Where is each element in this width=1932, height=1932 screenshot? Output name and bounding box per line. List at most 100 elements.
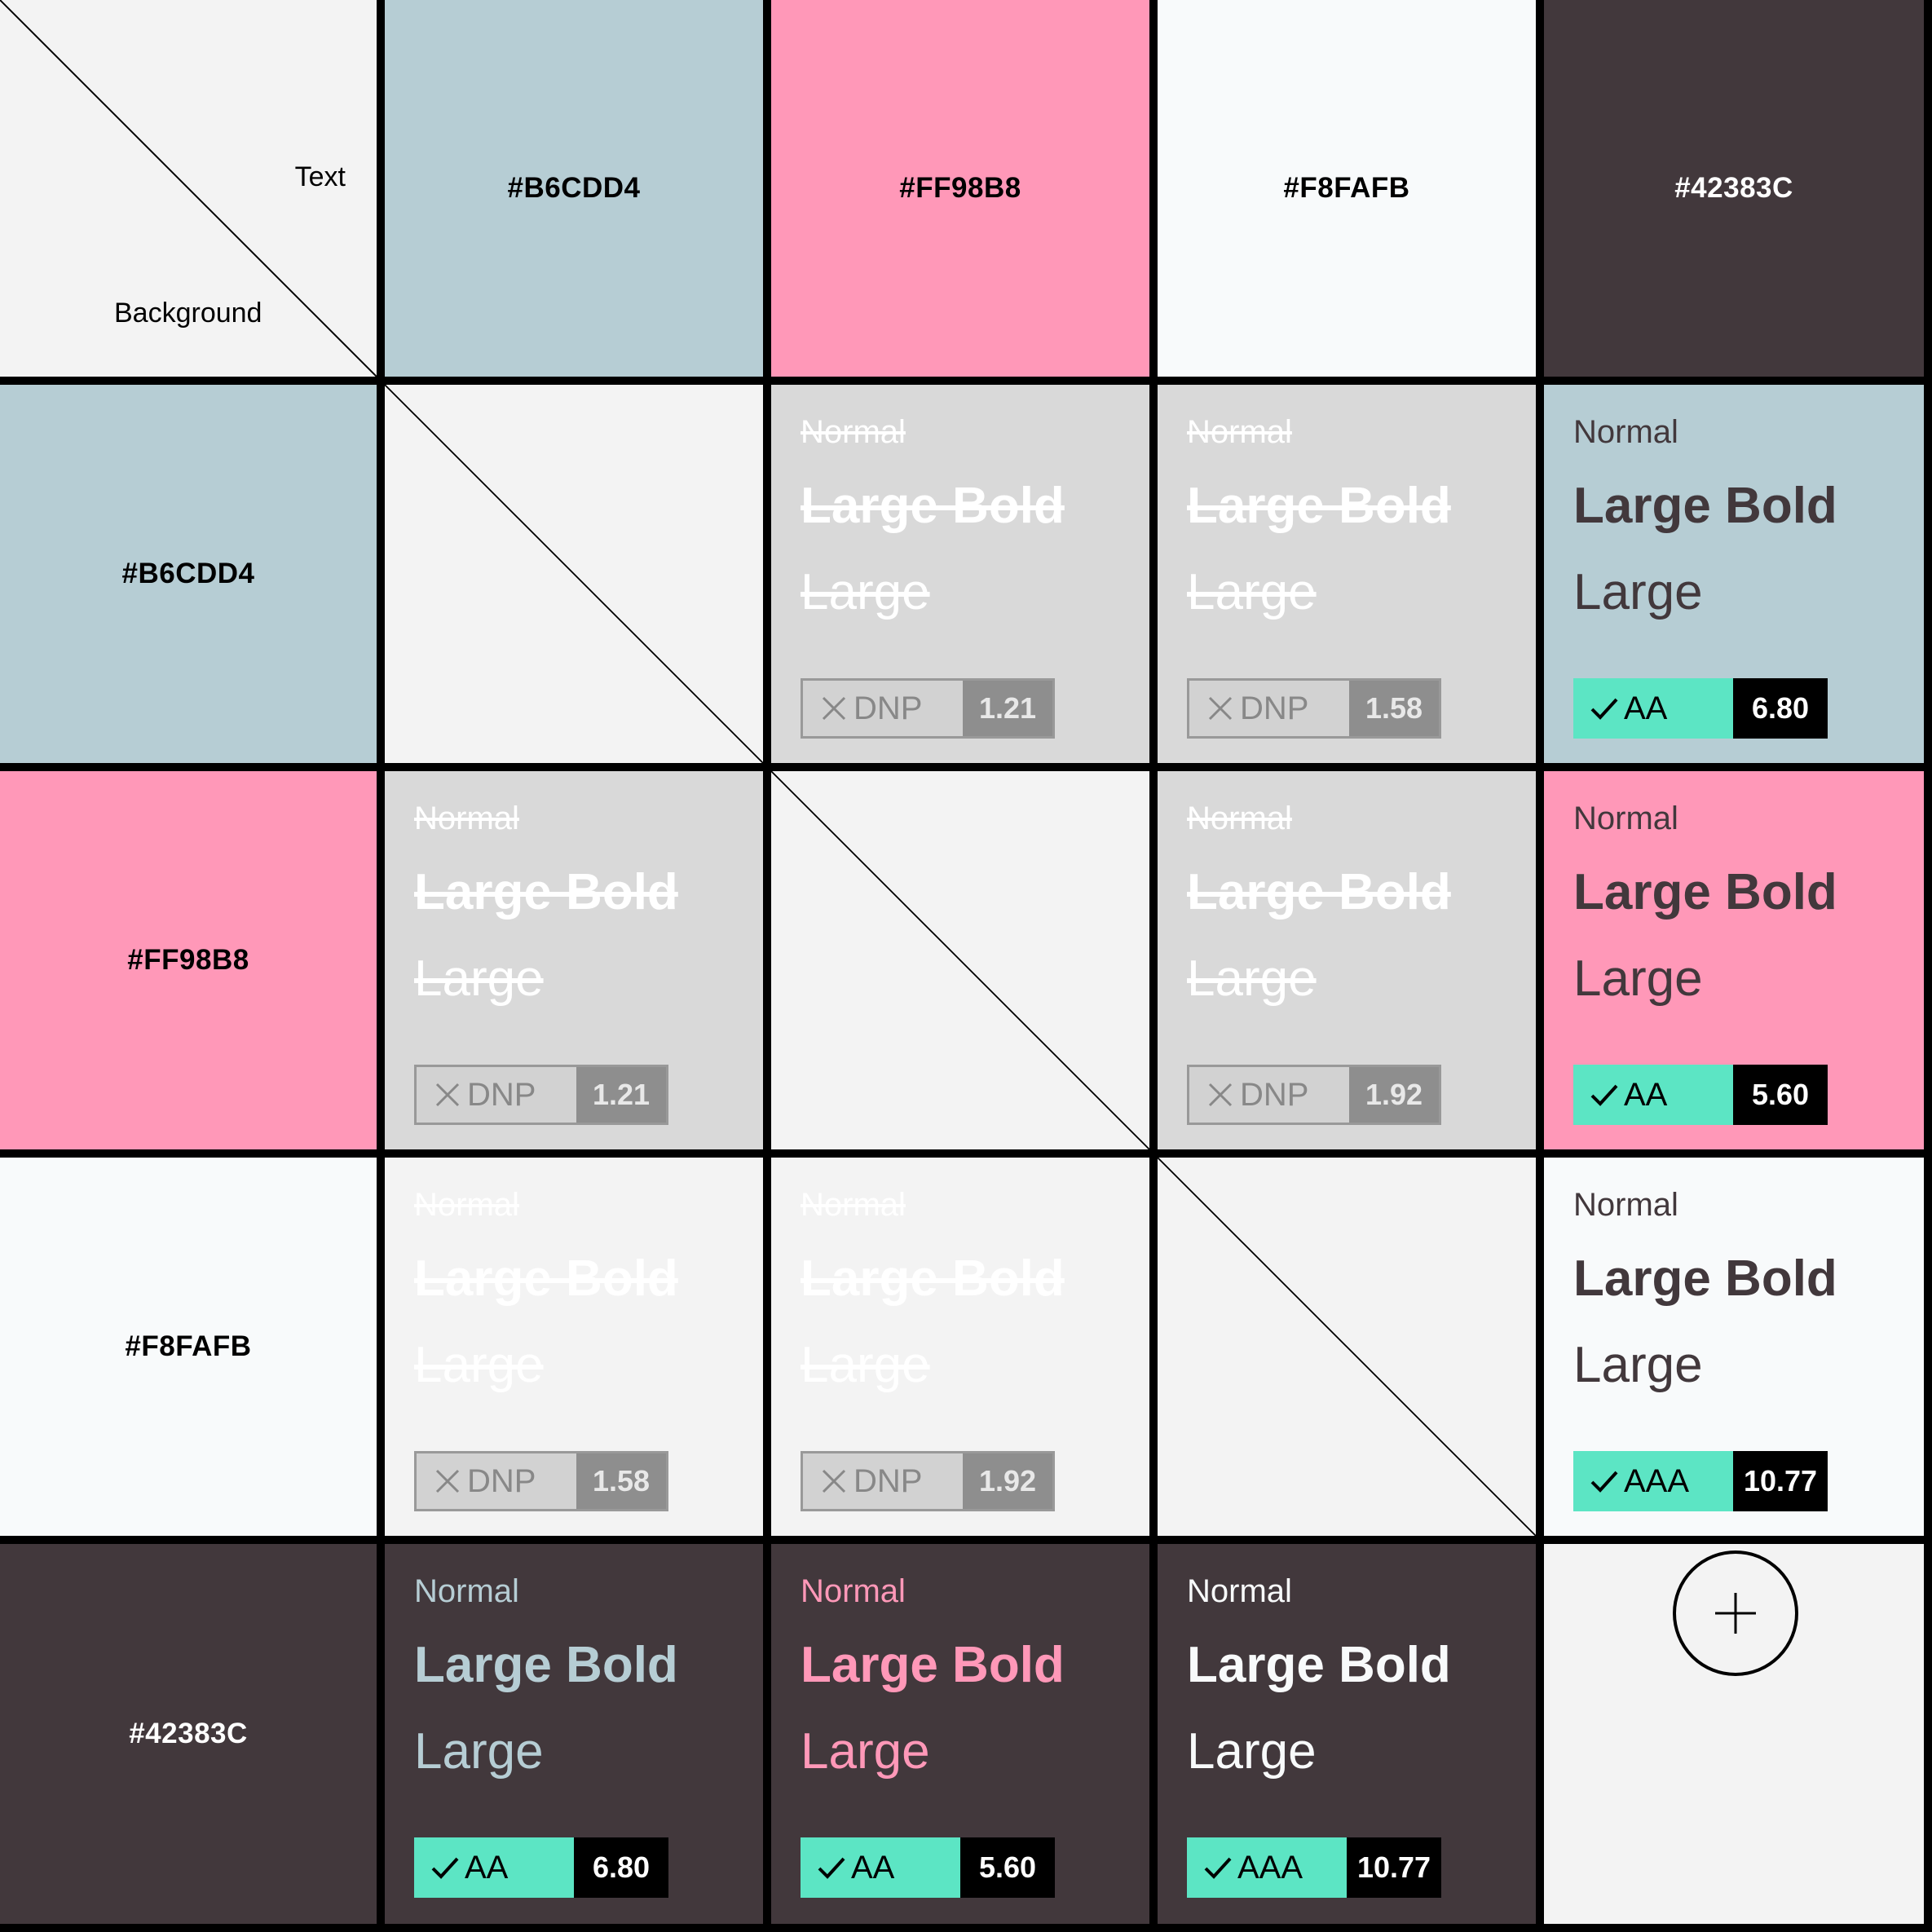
contrast-combination-cell[interactable]: Normal Large Bold Large AAA 10.77 [1544, 1158, 1924, 1536]
rating-label: DNP [1189, 1067, 1349, 1123]
normal-sample: Normal [414, 801, 519, 836]
rating-label: DNP [417, 1453, 576, 1509]
large-bold-sample: Large Bold [1573, 864, 1837, 920]
wcag-rating-badge: DNP 1.21 [414, 1065, 668, 1125]
large-bold-sample: Large Bold [414, 864, 678, 920]
contrast-combination-cell[interactable]: Normal Large Bold Large DNP 1.92 [771, 1158, 1149, 1536]
text-color-header[interactable]: #42383C [1544, 0, 1924, 377]
text-color-header[interactable]: #B6CDD4 [385, 0, 763, 377]
large-bold-sample: Large Bold [1187, 478, 1451, 534]
x-icon [435, 1083, 460, 1107]
x-icon [1208, 1083, 1233, 1107]
add-color-cell [1544, 1544, 1924, 1924]
text-color-header[interactable]: #F8FAFB [1158, 0, 1536, 377]
large-sample: Large [801, 564, 930, 620]
background-color-header[interactable]: #B6CDD4 [0, 385, 377, 763]
large-bold-sample: Large Bold [414, 1251, 678, 1307]
add-color-button[interactable] [1673, 1550, 1798, 1676]
background-color-header[interactable]: #F8FAFB [0, 1158, 377, 1536]
rating-label: DNP [417, 1067, 576, 1123]
wcag-rating-badge: DNP 1.92 [801, 1451, 1055, 1511]
large-sample: Large [1573, 1337, 1703, 1393]
rating-label: AA [1573, 678, 1733, 739]
contrast-ratio: 1.92 [1349, 1067, 1439, 1123]
same-color-cell [771, 771, 1149, 1149]
large-bold-sample: Large Bold [1187, 864, 1451, 920]
rating-label: AA [414, 1837, 574, 1898]
rating-text: DNP [1240, 1076, 1309, 1113]
text-color-header[interactable]: #FF98B8 [771, 0, 1149, 377]
diagonal-divider [385, 385, 763, 763]
normal-sample: Normal [1187, 1573, 1292, 1609]
wcag-rating-badge: AA 6.80 [1573, 678, 1828, 739]
text-samples: Normal Large Bold Large [1187, 416, 1528, 618]
contrast-combination-cell[interactable]: Normal Large Bold Large AA 6.80 [1544, 385, 1924, 763]
normal-sample: Normal [1187, 801, 1292, 836]
rating-label: DNP [803, 1453, 963, 1509]
text-samples: Normal Large Bold Large [414, 802, 755, 1004]
corner-header: Text Background [0, 0, 377, 377]
check-icon [1590, 698, 1618, 720]
check-icon [1590, 1084, 1618, 1106]
wcag-rating-badge: DNP 1.92 [1187, 1065, 1441, 1125]
text-samples: Normal Large Bold Large [414, 1575, 755, 1777]
large-sample: Large [414, 1723, 544, 1780]
normal-sample: Normal [414, 1573, 519, 1609]
rating-text: DNP [467, 1462, 536, 1499]
rating-label: AA [801, 1837, 960, 1898]
contrast-combination-cell[interactable]: Normal Large Bold Large DNP 1.58 [1158, 385, 1536, 763]
contrast-ratio: 1.58 [1349, 681, 1439, 736]
rating-text: AA [1624, 1076, 1668, 1113]
background-color-header[interactable]: #FF98B8 [0, 771, 377, 1149]
rating-text: DNP [854, 1462, 923, 1499]
color-hex-label: #B6CDD4 [121, 558, 255, 589]
rating-label: DNP [803, 681, 963, 736]
color-hex-label: #FF98B8 [127, 944, 249, 976]
wcag-rating-badge: DNP 1.21 [801, 678, 1055, 739]
large-sample: Large [1573, 951, 1703, 1007]
contrast-combination-cell[interactable]: Normal Large Bold Large DNP 1.21 [771, 385, 1149, 763]
normal-sample: Normal [1573, 1187, 1678, 1223]
background-color-header[interactable]: #42383C [0, 1544, 377, 1924]
check-icon [431, 1857, 459, 1879]
contrast-ratio: 5.60 [960, 1837, 1055, 1898]
contrast-grid: Text Background #B6CDD4 #FF98B8 #F8FAFB #42… [0, 0, 1932, 1932]
contrast-ratio: 1.58 [576, 1453, 666, 1509]
large-bold-sample: Large Bold [414, 1637, 678, 1693]
normal-sample: Normal [1187, 414, 1292, 450]
normal-sample: Normal [1573, 801, 1678, 836]
contrast-ratio: 10.77 [1347, 1837, 1441, 1898]
text-samples: Normal Large Bold Large [1573, 802, 1916, 1004]
large-sample: Large [1187, 1723, 1317, 1780]
large-sample: Large [1187, 951, 1317, 1007]
contrast-combination-cell[interactable]: Normal Large Bold Large AA 6.80 [385, 1544, 763, 1924]
text-samples: Normal Large Bold Large [1187, 1575, 1528, 1777]
x-icon [822, 1469, 846, 1493]
contrast-combination-cell[interactable]: Normal Large Bold Large AA 5.60 [771, 1544, 1149, 1924]
contrast-ratio: 1.21 [576, 1067, 666, 1123]
wcag-rating-badge: DNP 1.58 [1187, 678, 1441, 739]
large-bold-sample: Large Bold [801, 478, 1065, 534]
x-icon [435, 1469, 460, 1493]
check-icon [818, 1857, 845, 1879]
contrast-combination-cell[interactable]: Normal Large Bold Large DNP 1.21 [385, 771, 763, 1149]
rating-text: AAA [1624, 1462, 1690, 1499]
large-bold-sample: Large Bold [1187, 1637, 1451, 1693]
large-bold-sample: Large Bold [1573, 478, 1837, 534]
color-hex-label: #FF98B8 [899, 172, 1021, 204]
contrast-combination-cell[interactable]: Normal Large Bold Large DNP 1.58 [385, 1158, 763, 1536]
contrast-ratio: 1.21 [963, 681, 1052, 736]
wcag-rating-badge: AAA 10.77 [1187, 1837, 1441, 1898]
large-sample: Large [414, 1337, 544, 1393]
normal-sample: Normal [801, 1573, 906, 1609]
large-sample: Large [801, 1723, 930, 1780]
contrast-combination-cell[interactable]: Normal Large Bold Large AAA 10.77 [1158, 1544, 1536, 1924]
contrast-combination-cell[interactable]: Normal Large Bold Large AA 5.60 [1544, 771, 1924, 1149]
normal-sample: Normal [801, 414, 906, 450]
check-icon [1590, 1471, 1618, 1493]
contrast-combination-cell[interactable]: Normal Large Bold Large DNP 1.92 [1158, 771, 1536, 1149]
large-sample: Large [414, 951, 544, 1007]
large-bold-sample: Large Bold [801, 1637, 1065, 1693]
wcag-rating-badge: AA 5.60 [801, 1837, 1055, 1898]
color-hex-label: #F8FAFB [1283, 172, 1410, 204]
